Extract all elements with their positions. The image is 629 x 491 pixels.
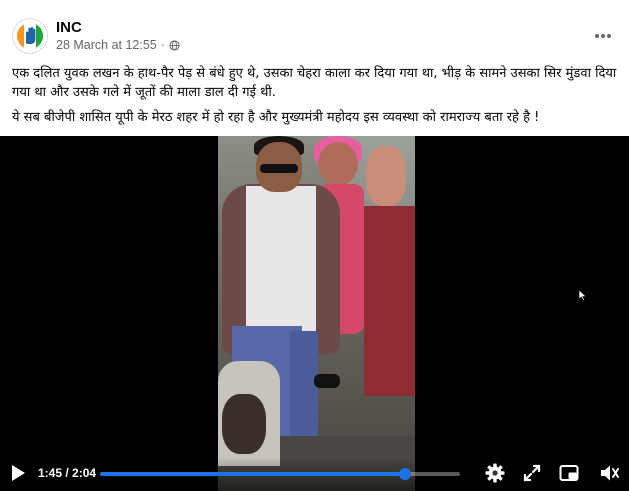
post-timestamp[interactable]: 28 March at 12:55 xyxy=(56,37,157,53)
video-frame xyxy=(218,136,415,491)
volume-icon[interactable] xyxy=(598,462,620,484)
picture-in-picture-icon[interactable] xyxy=(558,462,580,484)
post-subline: 28 March at 12:55 · xyxy=(56,37,180,53)
post-paragraph-2: ये सब बीजेपी शासित यूपी के मेरठ शहर में … xyxy=(12,110,540,125)
separator-dot: · xyxy=(160,38,165,52)
post-paragraph-1: एक दलित युवक लखन के हाथ-पैर पेड़ से बंधे… xyxy=(12,66,617,100)
page-avatar[interactable] xyxy=(12,18,48,54)
post-header: INC 28 March at 12:55 · xyxy=(12,14,617,58)
post-meta: INC 28 March at 12:55 · xyxy=(56,19,180,53)
congress-hand-logo-icon xyxy=(15,21,45,51)
video-controls-bar: 1:45 / 2:04 xyxy=(0,457,629,491)
mouse-cursor-icon xyxy=(579,290,587,301)
post-body-text: एक दलित युवक लखन के हाथ-पैर पेड़ से बंधे… xyxy=(12,64,618,133)
play-icon[interactable] xyxy=(10,464,26,482)
video-time-display: 1:45 / 2:04 xyxy=(38,466,97,480)
video-progress-fill xyxy=(100,472,405,476)
more-options-button[interactable] xyxy=(591,24,615,48)
gear-icon[interactable] xyxy=(484,462,506,484)
globe-icon xyxy=(169,39,180,51)
video-progress-bar[interactable] xyxy=(100,468,460,480)
expand-icon[interactable] xyxy=(521,462,543,484)
more-options-icon xyxy=(595,34,611,38)
page-name-link[interactable]: INC xyxy=(56,19,180,37)
video-player[interactable]: 1:45 / 2:04 xyxy=(0,136,629,491)
video-scrubber-knob[interactable] xyxy=(398,468,411,480)
